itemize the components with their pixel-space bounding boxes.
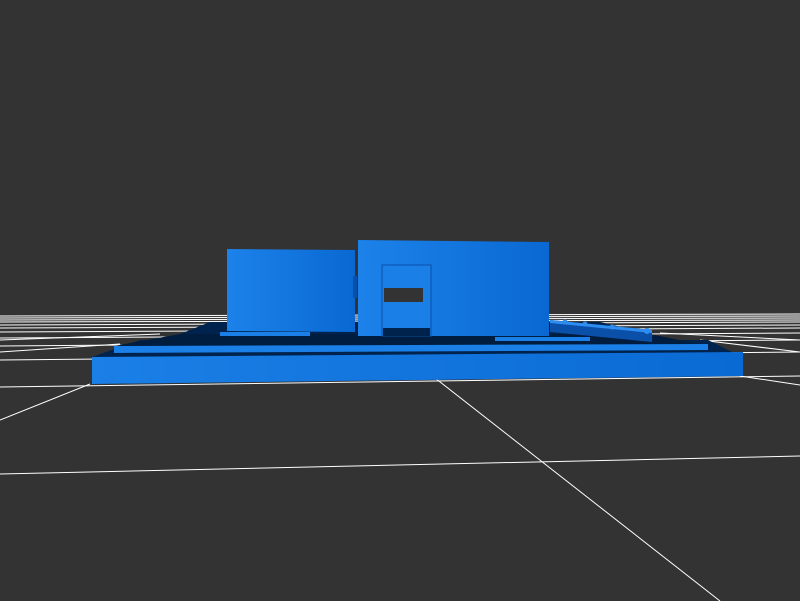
pin xyxy=(644,328,650,334)
grid-line xyxy=(739,375,800,386)
deck-strip-right xyxy=(495,337,590,341)
left-box-edge xyxy=(353,276,357,298)
3d-viewport[interactable] xyxy=(0,0,800,601)
grid-line xyxy=(0,383,91,421)
pin xyxy=(562,319,568,325)
grid-line xyxy=(659,332,800,341)
pin xyxy=(582,321,588,327)
box-window xyxy=(384,288,423,302)
box-slot xyxy=(383,328,430,336)
pin xyxy=(609,324,615,330)
scene-canvas[interactable] xyxy=(0,0,800,601)
base-plate-front xyxy=(92,352,743,384)
left-box xyxy=(227,249,355,332)
grid-line xyxy=(434,377,721,601)
3d-model[interactable] xyxy=(92,240,743,384)
grid-line xyxy=(0,455,800,475)
deck-strip-left xyxy=(220,332,310,336)
